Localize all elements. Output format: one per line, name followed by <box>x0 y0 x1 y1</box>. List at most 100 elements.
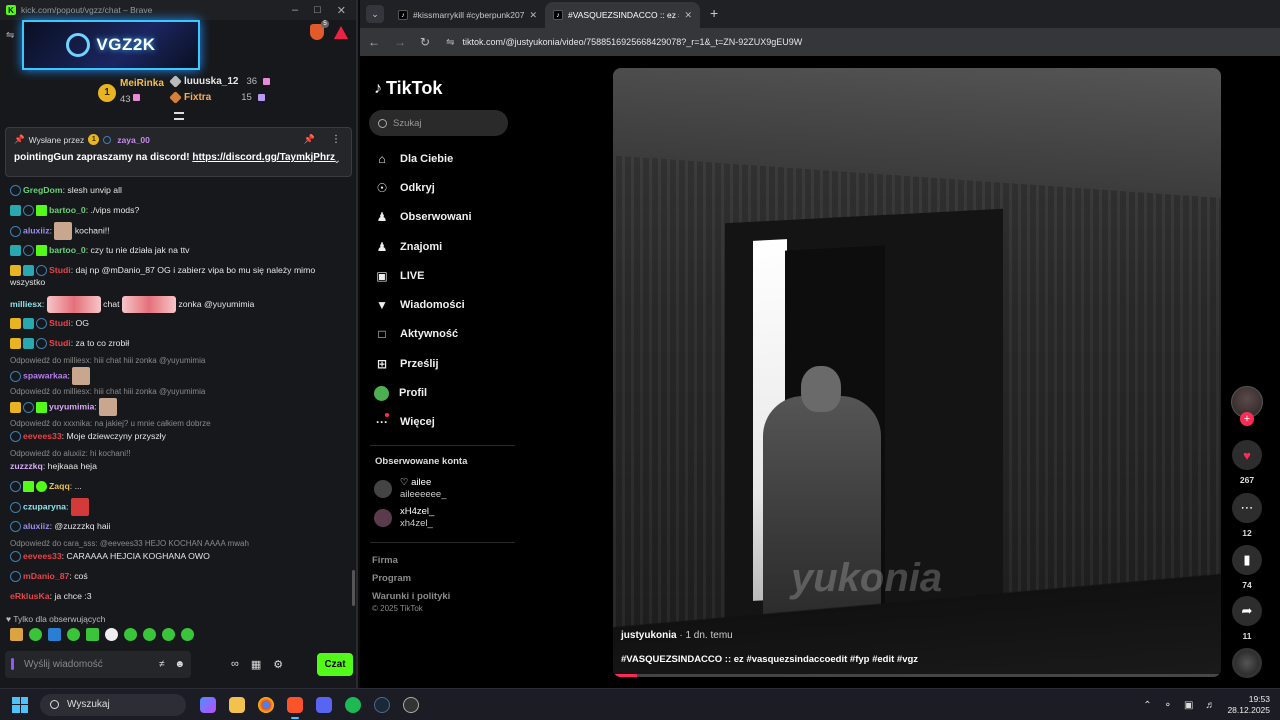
leaderboard-first[interactable]: 1 MeiRinka 43 <box>98 78 164 107</box>
collapse-leaderboard-icon[interactable] <box>174 112 184 120</box>
sidebar-item-profil[interactable]: Profil <box>374 378 514 407</box>
taskbar-search[interactable]: Wyszukaj <box>40 693 186 716</box>
emote-button[interactable] <box>124 628 137 641</box>
sidebar-item-wiadomosci[interactable]: ▼ Wiadomości <box>374 290 514 319</box>
brave-rewards-icon[interactable] <box>334 26 348 39</box>
brave-shields-icon[interactable] <box>310 20 329 40</box>
sidebar-item-aktywnosc[interactable]: □ Aktywność <box>374 320 514 349</box>
sidebar-item-znajomi[interactable]: ♟ Znajomi <box>374 232 514 261</box>
chat-username[interactable]: GregDom <box>23 185 63 195</box>
reply-context[interactable]: Odpowiedź do milliesx: hiii chat hiii zo… <box>10 355 340 367</box>
comment-button[interactable]: ⋯ <box>1232 493 1262 523</box>
kicks-icon[interactable]: ∞ <box>231 658 239 671</box>
following-account[interactable]: xH4zel_ xh4zel_ <box>374 506 434 530</box>
reload-icon[interactable]: ↻ <box>420 35 430 49</box>
chat-username[interactable]: Studi <box>49 338 71 348</box>
chat-scrollbar[interactable] <box>352 570 355 606</box>
emote-button[interactable] <box>143 628 156 641</box>
chevron-up-icon[interactable]: ⌃ <box>1143 700 1151 711</box>
reply-context[interactable]: Odpowiedź do xxxnika: na jakiej? u mnie … <box>10 418 340 430</box>
translate-icon[interactable]: ≠ <box>159 659 165 670</box>
sidebar-item-wiecej[interactable]: ··· Więcej <box>374 408 514 437</box>
back-icon[interactable]: ← <box>368 35 380 49</box>
chat-username[interactable]: Studi <box>49 265 71 275</box>
leaderboard-second[interactable]: luuuska_12 36 <box>169 75 271 88</box>
chat-username[interactable]: aluxiiz <box>23 521 50 531</box>
share-button[interactable]: ➦ <box>1232 596 1262 626</box>
chat-username[interactable]: czuparyna <box>23 501 66 511</box>
chat-username[interactable]: bartoo_0 <box>49 245 86 255</box>
music-disc-icon[interactable] <box>1232 648 1262 678</box>
emote-button[interactable] <box>67 628 80 641</box>
store-icon[interactable]: ▦ <box>251 658 261 671</box>
gear-icon[interactable]: ⚙ <box>273 658 283 671</box>
like-button[interactable]: ♥ <box>1232 440 1262 470</box>
spotify-icon[interactable] <box>345 696 361 713</box>
network-icon[interactable]: ▣ <box>1184 700 1193 711</box>
maximize-button[interactable]: □ <box>314 4 321 17</box>
send-chat-button[interactable]: Czat <box>317 652 353 676</box>
follow-plus-icon[interactable]: + <box>1240 412 1254 426</box>
emote-button[interactable] <box>48 628 61 641</box>
footer-link-firma[interactable]: Firma <box>372 552 450 570</box>
chat-username[interactable]: mDanio_87 <box>23 571 69 581</box>
search-input[interactable] <box>393 117 493 129</box>
chat-username[interactable]: spawarkaa <box>23 370 67 380</box>
chat-username[interactable]: milliesx <box>10 299 42 309</box>
microphone-icon[interactable]: ⚬ <box>1164 700 1172 711</box>
chat-username[interactable]: eRklusKa <box>10 591 50 601</box>
leaderboard-third[interactable]: Fixtra 15 <box>169 91 265 104</box>
reply-context[interactable]: Odpowiedź do cara_sss: @eevees33 HEJO KO… <box>10 538 340 550</box>
url-field[interactable]: ⇋ tiktok.com/@justyukonia/video/75885169… <box>444 31 1272 53</box>
sidebar-item-live[interactable]: ▣ LIVE <box>374 261 514 290</box>
close-tab-icon[interactable]: ✕ <box>529 10 537 21</box>
emote-button[interactable] <box>86 628 99 641</box>
site-settings-icon[interactable]: ⇋ <box>6 30 14 41</box>
volume-icon[interactable]: ♬ <box>1205 700 1215 711</box>
footer-link-program[interactable]: Program <box>372 570 450 588</box>
emote-button[interactable] <box>105 628 118 641</box>
following-account[interactable]: ♡ ailee aileeeeee_ <box>374 477 447 501</box>
chat-input[interactable] <box>23 658 149 670</box>
save-button[interactable]: ▮ <box>1232 545 1262 575</box>
chat-username[interactable]: yuyumimia <box>49 401 94 411</box>
chat-input-box[interactable]: ≠ ☻ <box>5 650 191 678</box>
pinned-sender[interactable]: zaya_00 <box>117 135 150 145</box>
brave-icon[interactable] <box>287 696 303 719</box>
tab-search-icon[interactable]: ⌄ <box>366 5 384 23</box>
sidebar-item-dla-ciebie[interactable]: ⌂ Dla Ciebie <box>374 144 514 173</box>
reply-context[interactable]: Odpowiedź do aluxiiz: hi kochani!! <box>10 448 340 460</box>
forward-icon[interactable]: → <box>394 35 406 49</box>
chat-messages[interactable]: GregDom: slesh unvip all bartoo_0: ./vip… <box>0 182 350 610</box>
author-name[interactable]: justyukonia <box>621 630 677 641</box>
tab-kissmarrykill[interactable]: ♪ #kissmarrykill #cyberpunk2077 ✕ <box>390 2 545 28</box>
sidebar-item-obserwowani[interactable]: ♟ Obserwowani <box>374 203 514 232</box>
chrome-icon[interactable] <box>258 696 274 713</box>
unpin-icon[interactable]: 📌 <box>304 134 315 145</box>
file-explorer-icon[interactable] <box>229 696 245 713</box>
site-info-icon[interactable]: ⇋ <box>446 37 454 48</box>
chat-username[interactable]: bartoo_0 <box>49 205 86 215</box>
steam-icon[interactable] <box>374 696 390 713</box>
chat-username[interactable]: zuzzzkq <box>10 461 43 471</box>
video-author[interactable]: justyukonia · 1 dn. temu <box>621 630 733 641</box>
emote-button[interactable] <box>10 628 23 641</box>
chat-username[interactable]: Zaqq <box>49 481 70 491</box>
search-box[interactable] <box>369 110 508 136</box>
emote-button[interactable] <box>181 628 194 641</box>
chat-username[interactable]: eevees33 <box>23 551 62 561</box>
kick-titlebar[interactable]: K kick.com/popout/vgzz/chat – Brave – □ … <box>0 0 356 20</box>
video-player[interactable]: yukonia justyukonia · 1 dn. temu #VASQUE… <box>613 68 1221 677</box>
sidebar-item-odkryj[interactable]: ☉ Odkryj <box>374 173 514 202</box>
video-progress-bar[interactable] <box>613 674 1221 677</box>
emote-button[interactable] <box>162 628 175 641</box>
copilot-icon[interactable] <box>200 696 216 713</box>
sidebar-item-przeslij[interactable]: ⊞ Prześlij <box>374 349 514 378</box>
more-options-icon[interactable]: ⋮ <box>331 134 341 145</box>
chevron-down-icon[interactable]: ⌄ <box>333 155 341 166</box>
close-button[interactable]: ✕ <box>337 4 346 17</box>
minimize-button[interactable]: – <box>292 4 298 17</box>
close-tab-icon[interactable]: ✕ <box>684 10 692 21</box>
clock[interactable]: 19:53 28.12.2025 <box>1227 694 1270 716</box>
new-tab-icon[interactable]: + <box>710 5 718 21</box>
